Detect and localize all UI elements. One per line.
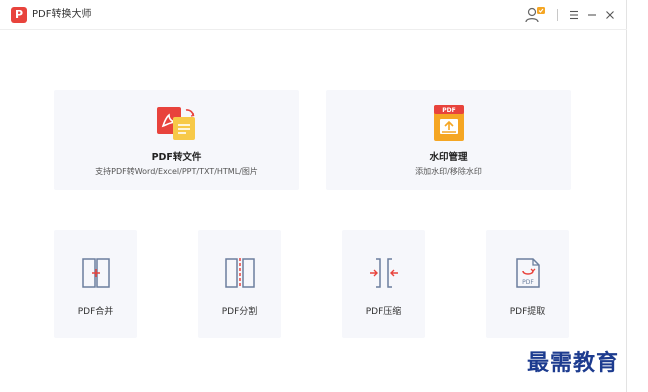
- card-description: 支持PDF转Word/Excel/PPT/TXT/HTML/图片: [95, 167, 258, 176]
- pdf-to-file-card[interactable]: PDF转文件 支持PDF转Word/Excel/PPT/TXT/HTML/图片: [54, 90, 299, 190]
- menu-icon[interactable]: [567, 6, 581, 24]
- minimize-icon[interactable]: [585, 6, 599, 24]
- card-title: PDF提取: [509, 307, 546, 317]
- pdf-merge-card[interactable]: PDF合并: [54, 230, 137, 338]
- watermark-overlay: 最需教育: [527, 350, 620, 376]
- pdf-compress-card[interactable]: PDF压缩: [342, 230, 425, 338]
- extract-icon: PDF: [515, 258, 540, 288]
- app-title: PDF转换大师: [32, 9, 92, 20]
- split-icon: [224, 258, 255, 288]
- app-logo-icon: P: [11, 7, 27, 23]
- pdf-split-card[interactable]: PDF分割: [198, 230, 281, 338]
- pdf-convert-icon: [156, 107, 195, 140]
- card-title: PDF合并: [77, 307, 114, 317]
- card-description: 添加水印/移除水印: [415, 167, 482, 176]
- user-account-icon[interactable]: [524, 6, 546, 24]
- watermark-management-card[interactable]: PDF 水印管理 添加水印/移除水印: [326, 90, 571, 190]
- compress-icon: [369, 258, 398, 288]
- watermark-icon-badge: PDF: [442, 107, 455, 114]
- watermark-icon: PDF: [433, 105, 464, 141]
- card-title: PDF转文件: [151, 152, 202, 163]
- card-title: 水印管理: [429, 152, 468, 163]
- title-bar: P PDF转换大师: [0, 0, 627, 30]
- app-window: P PDF转换大师 PDF转文件 支持PDF转Word/Excel/PPT/TX…: [0, 0, 627, 392]
- card-title: PDF压缩: [365, 307, 402, 317]
- extract-icon-badge: PDF: [522, 279, 534, 286]
- card-title: PDF分割: [221, 307, 258, 317]
- titlebar-divider: [557, 9, 558, 21]
- pdf-extract-card[interactable]: PDF PDF提取: [486, 230, 569, 338]
- close-icon[interactable]: [603, 6, 617, 24]
- merge-icon: [81, 258, 110, 288]
